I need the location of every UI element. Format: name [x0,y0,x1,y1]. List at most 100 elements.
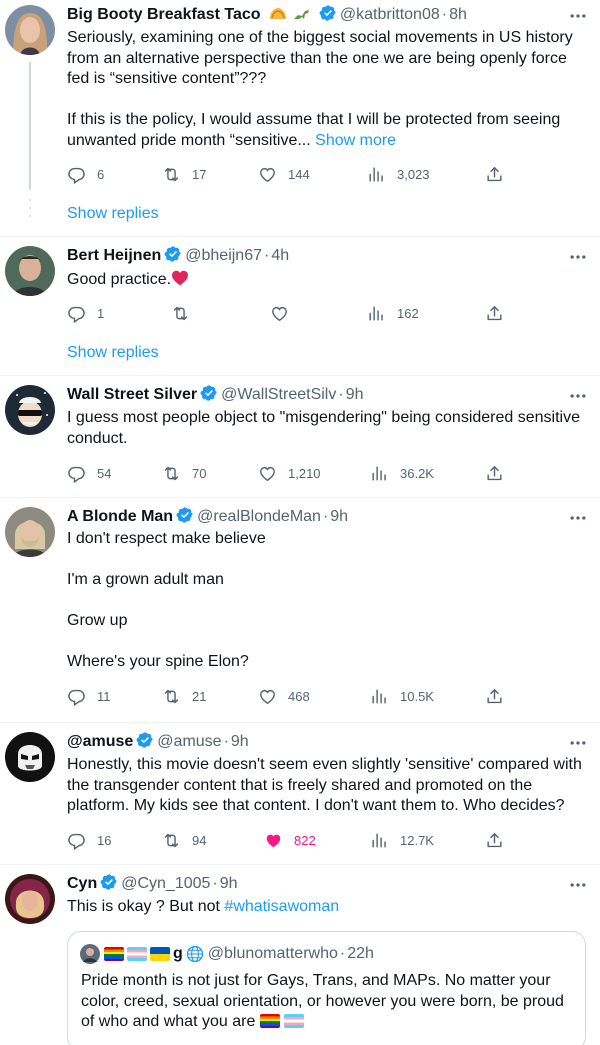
globe-icon [186,945,203,963]
tweet[interactable]: A Blonde Man @realBlondeMan · 9h I don't re… [0,498,600,722]
retweet-button[interactable]: 70 [162,462,206,484]
avatar[interactable] [5,385,55,435]
display-name[interactable]: @amuse [67,733,133,750]
reply-button[interactable]: 6 [67,163,104,185]
avatar[interactable] [5,507,55,557]
retweet-button[interactable]: 17 [162,163,206,185]
display-name[interactable]: A Blonde Man [67,508,173,525]
views-button[interactable]: 162 [367,302,419,324]
display-name[interactable]: Bert Heijnen [67,247,161,264]
reply-count: 16 [97,832,112,848]
view-count: 3,023 [397,166,430,182]
timestamp[interactable]: 8h [449,6,467,23]
handle[interactable]: @amuse [157,733,221,750]
show-replies-link[interactable]: Show replies [67,205,159,223]
share-icon [485,687,504,706]
retweet-icon [171,304,190,323]
avatar[interactable] [5,874,55,924]
display-name[interactable]: Big Booty Breakfast Taco [67,6,261,23]
reply-icon [67,165,86,184]
quoted-tweet[interactable]: g @blunomatterwho · 22h Pride month is not… [67,931,586,1045]
handle[interactable]: @bheijn67 [185,247,262,264]
reply-button[interactable]: 54 [67,462,111,484]
quoted-tweet-header: g @blunomatterwho · 22h [80,943,374,965]
tweet-paragraph: Where's your spine Elon? [67,653,249,670]
retweet-button[interactable] [171,302,201,324]
like-button[interactable]: 468 [258,685,310,707]
handle[interactable]: @realBlondeMan [197,508,321,525]
reply-button[interactable]: 16 [67,829,111,851]
share-icon [485,165,504,184]
reply-count: 1 [97,305,105,321]
tweet[interactable]: Cyn @Cyn_1005 · 9h This is okay ? But not #… [0,865,600,1045]
show-more-link[interactable]: Show more [315,132,396,149]
share-button[interactable] [485,829,515,851]
like-button[interactable]: 1,210 [258,462,321,484]
more-options-icon[interactable] [568,733,588,753]
quoted-handle[interactable]: @blunomatterwho [208,943,338,965]
handle[interactable]: @WallStreetSilv [221,386,336,403]
avatar-image [5,385,55,435]
more-options-icon[interactable] [568,875,588,895]
like-button[interactable] [270,302,300,324]
share-button[interactable] [485,163,515,185]
tweet-actions: 6 17 144 3,023 [67,163,507,185]
timestamp[interactable]: 9h [231,733,249,750]
handle[interactable]: @katbritton08 [340,6,440,23]
avatar[interactable] [5,5,55,55]
handle[interactable]: @Cyn_1005 [121,875,210,892]
timestamp[interactable]: 9h [346,386,364,403]
tweet-text-line: Seriously, examining one of the biggest … [67,29,573,46]
avatar[interactable] [5,246,55,296]
tweet[interactable]: Wall Street Silver @WallStreetSilv · 9h I g… [0,376,600,497]
retweet-button[interactable]: 21 [162,685,206,707]
like-button[interactable]: 144 [258,163,310,185]
retweet-button[interactable]: 94 [162,829,206,851]
share-button[interactable] [485,685,515,707]
quoted-timestamp[interactable]: 22h [347,943,374,965]
quoted-tweet-body: Pride month is not just for Gays, Trans,… [81,972,564,1030]
more-options-icon[interactable] [568,386,588,406]
tweet[interactable]: @amuse @amuse · 9h Honestly, this movie doe… [0,723,600,864]
tweet-text-truncated: If this is the policy, I would assume th… [67,111,561,149]
tweet[interactable]: Big Booty Breakfast Taco @katbritton08 · 8… [0,0,600,236]
tweet-text: Seriously, examining one of the biggest … [67,28,587,90]
hashtag-link[interactable]: #whatisawoman [224,898,339,915]
display-name[interactable]: Wall Street Silver [67,386,197,403]
avatar[interactable] [5,732,55,782]
tweet[interactable]: Bert Heijnen @bheijn67 · 4h Good practice. … [0,237,600,375]
like-button[interactable]: 822 [264,829,316,851]
like-icon [258,687,277,706]
retweet-count: 70 [192,465,207,481]
tweet-paragraph: I'm a grown adult man [67,571,224,588]
tweet-text: I guess most people object to "misgender… [67,409,580,447]
view-count: 12.7K [400,832,434,848]
more-options-icon[interactable] [568,6,588,26]
display-name[interactable]: Cyn [67,875,97,892]
views-button[interactable]: 12.7K [370,829,434,851]
views-button[interactable]: 10.5K [370,685,434,707]
reply-button[interactable]: 1 [67,302,104,324]
timestamp[interactable]: 9h [330,508,348,525]
like-count: 144 [288,166,310,182]
tweet-paragraph: Grow up [67,612,128,629]
timestamp[interactable]: 4h [271,247,289,264]
view-count: 162 [397,305,419,321]
avatar-image [5,732,55,782]
views-button[interactable]: 3,023 [367,163,430,185]
timestamp[interactable]: 9h [220,875,238,892]
tweet-text-continued: If this is the policy, I would assume th… [67,110,587,151]
share-button[interactable] [485,462,515,484]
reply-count: 6 [97,166,105,182]
views-button[interactable]: 36.2K [370,462,434,484]
verified-badge-icon [136,731,154,749]
more-options-icon[interactable] [568,508,588,528]
more-options-icon[interactable] [568,247,588,267]
verified-badge-icon [176,506,194,524]
reply-count: 54 [97,465,112,481]
reply-button[interactable]: 11 [67,685,111,707]
tweet-actions: 54 70 1,210 36.2K [67,462,507,484]
quoted-display-name[interactable]: g [173,943,183,965]
share-button[interactable] [485,302,515,324]
show-replies-link[interactable]: Show replies [67,344,159,362]
